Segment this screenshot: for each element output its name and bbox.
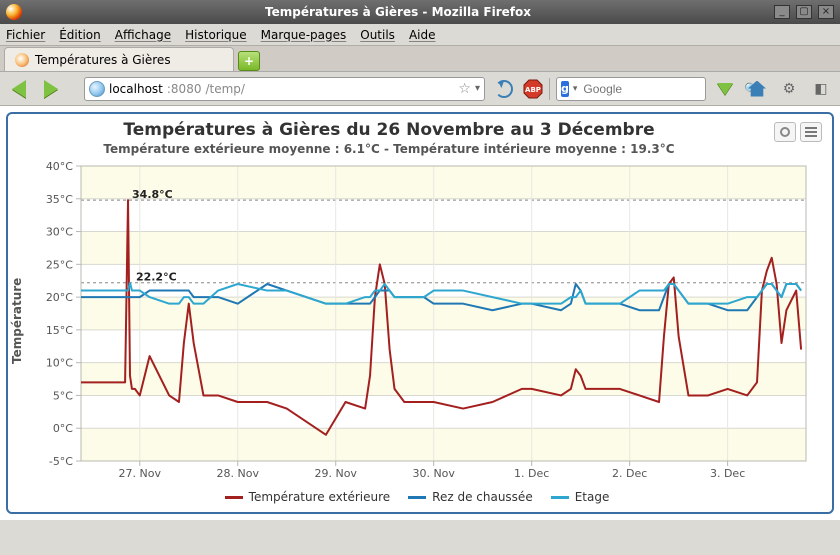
legend-item-rdc[interactable]: Rez de chaussée	[408, 490, 533, 504]
menu-tools[interactable]: Outils	[360, 28, 395, 42]
menu-history[interactable]: Historique	[185, 28, 247, 42]
nav-toolbar: localhost :8080/temp/ ☆ ▾ ABP g ▾ 🔍 ⚙ ◧	[0, 72, 840, 106]
home-button[interactable]	[744, 76, 770, 102]
svg-text:28. Nov: 28. Nov	[217, 467, 260, 480]
svg-text:-5°C: -5°C	[49, 455, 73, 468]
url-path: /temp/	[205, 82, 244, 96]
svg-text:15°C: 15°C	[46, 324, 73, 337]
svg-text:3. Dec: 3. Dec	[710, 467, 745, 480]
search-engine-dropdown-icon[interactable]: ▾	[573, 84, 578, 94]
chart-container: Températures à Gières du 26 Novembre au …	[6, 112, 834, 514]
url-port: :8080	[167, 82, 202, 96]
url-host: localhost	[109, 82, 163, 96]
circle-icon	[780, 127, 790, 137]
svg-text:10°C: 10°C	[46, 357, 73, 370]
tab-active[interactable]: Températures à Gières	[4, 47, 234, 71]
arrow-left-icon	[12, 80, 26, 98]
window-minimize-button[interactable]: _	[774, 5, 790, 19]
svg-text:25°C: 25°C	[46, 258, 73, 271]
tab-strip: Températures à Gières +	[0, 46, 840, 72]
svg-text:34.8°C: 34.8°C	[132, 188, 173, 201]
window-title: Températures à Gières - Mozilla Firefox	[28, 5, 768, 19]
svg-text:20°C: 20°C	[46, 291, 73, 304]
tab-favicon-icon	[15, 53, 29, 67]
menu-bar: Fichier Édition Affichage Historique Mar…	[0, 24, 840, 46]
firefox-icon	[6, 4, 22, 20]
svg-text:35°C: 35°C	[46, 193, 73, 206]
menu-view[interactable]: Affichage	[115, 28, 171, 42]
downloads-button[interactable]	[712, 76, 738, 102]
chart-menu-button[interactable]	[800, 122, 822, 142]
reload-button[interactable]	[491, 76, 517, 102]
svg-text:22.2°C: 22.2°C	[136, 271, 177, 284]
addon-button-2[interactable]: ◧	[808, 76, 834, 102]
addon-button-1[interactable]: ⚙	[776, 76, 802, 102]
new-tab-button[interactable]: +	[238, 51, 260, 71]
menu-edit[interactable]: Édition	[59, 28, 101, 42]
download-icon	[717, 83, 733, 95]
globe-icon	[89, 81, 105, 97]
chart-subtitle: Température extérieure moyenne : 6.1°C -…	[8, 142, 770, 156]
svg-text:30°C: 30°C	[46, 226, 73, 239]
legend-item-etage[interactable]: Etage	[551, 490, 610, 504]
svg-text:2. Dec: 2. Dec	[612, 467, 647, 480]
svg-text:ABP: ABP	[525, 86, 541, 94]
svg-text:29. Nov: 29. Nov	[314, 467, 357, 480]
svg-text:0°C: 0°C	[53, 422, 73, 435]
menu-file[interactable]: Fichier	[6, 28, 45, 42]
chart-zoom-button[interactable]	[774, 122, 796, 142]
chart-legend: Température extérieure Rez de chaussée E…	[8, 486, 826, 508]
svg-text:30. Nov: 30. Nov	[412, 467, 455, 480]
tab-label: Températures à Gières	[35, 53, 171, 67]
home-icon	[748, 81, 766, 97]
chart-plot[interactable]: -5°C 0°C 5°C 10°C 15°C 20°C 25°C 30°C 35°C 40°C 27…	[26, 156, 816, 486]
bookmark-star-icon[interactable]: ☆	[458, 81, 471, 97]
chart-y-axis-label: Température	[8, 156, 26, 486]
stop-icon: ABP	[523, 79, 543, 99]
arrow-right-icon	[44, 80, 58, 98]
google-icon: g	[561, 81, 569, 97]
window-close-button[interactable]: ×	[818, 5, 834, 19]
hamburger-icon	[805, 127, 817, 137]
chart-title: Températures à Gières du 26 Novembre au …	[8, 120, 770, 140]
svg-text:40°C: 40°C	[46, 160, 73, 173]
svg-text:5°C: 5°C	[53, 389, 73, 402]
bug-icon: ⚙	[783, 81, 796, 97]
url-dropdown-icon[interactable]: ▾	[475, 83, 480, 94]
forward-button[interactable]	[38, 76, 64, 102]
url-bar[interactable]: localhost :8080/temp/ ☆ ▾	[84, 77, 485, 101]
page-content: Températures à Gières du 26 Novembre au …	[0, 106, 840, 520]
addon-icon: ◧	[814, 81, 827, 97]
legend-item-exterior[interactable]: Température extérieure	[225, 490, 391, 504]
search-bar[interactable]: g ▾ 🔍	[556, 77, 706, 101]
svg-text:1. Dec: 1. Dec	[514, 467, 549, 480]
back-button[interactable]	[6, 76, 32, 102]
menu-help[interactable]: Aide	[409, 28, 436, 42]
reload-icon	[495, 80, 513, 98]
menu-bookmarks[interactable]: Marque-pages	[261, 28, 347, 42]
adblock-button[interactable]: ABP	[523, 79, 543, 99]
window-titlebar: Températures à Gières - Mozilla Firefox …	[0, 0, 840, 24]
window-maximize-button[interactable]: ▢	[796, 5, 812, 19]
svg-text:27. Nov: 27. Nov	[119, 467, 162, 480]
